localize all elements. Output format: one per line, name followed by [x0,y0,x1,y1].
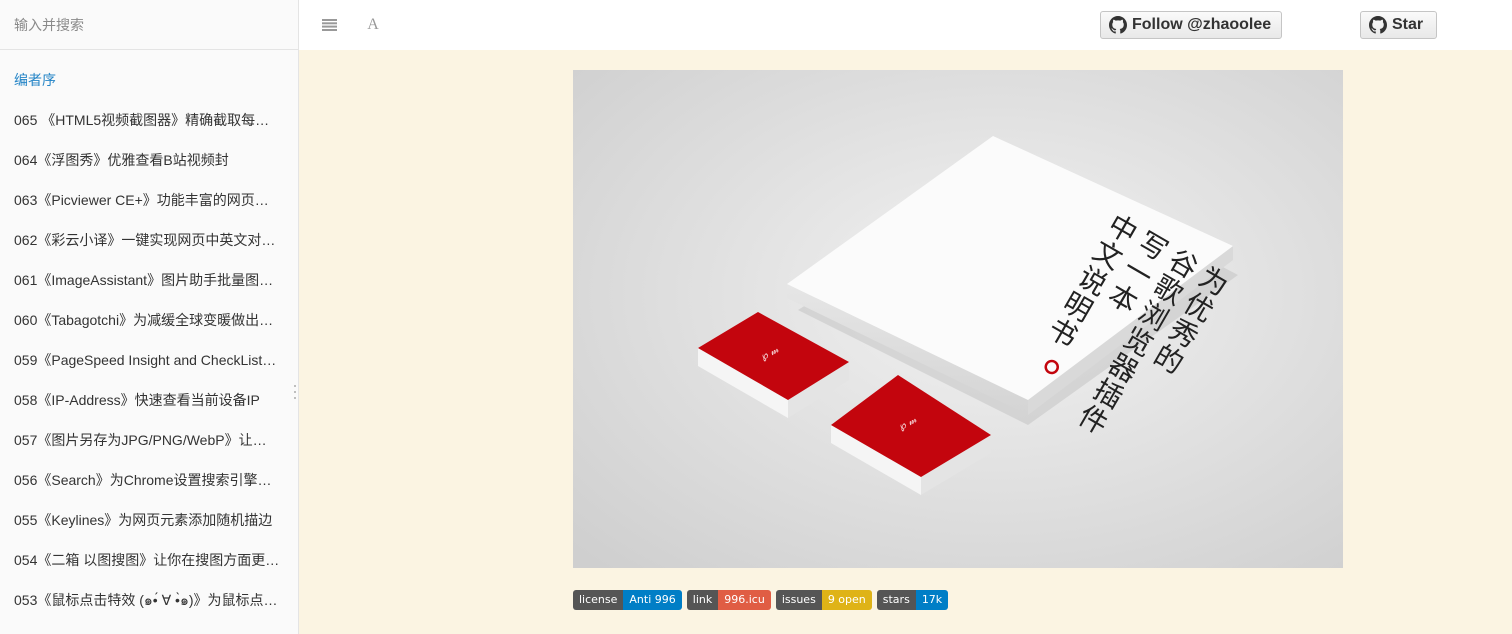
content-area: 为优秀的 谷歌浏览器插件 写一本 中文说明书 ℘ 𝓂 ℘ 𝓂 license A… [299,50,1512,634]
star-label: Star [1392,16,1424,33]
toc-item[interactable]: 058《IP-Address》快速查看当前设备IP [0,380,298,420]
font-icon: A [367,16,379,33]
toc-item[interactable]: 061《ImageAssistant》图片助手批量图片下载 [0,260,298,300]
badge-label: stars [876,590,916,610]
cover-image: 为优秀的 谷歌浏览器插件 写一本 中文说明书 ℘ 𝓂 ℘ 𝓂 [573,70,1343,568]
sidebar: 编者序 065 《HTML5视频截图器》精确截取每一帧画面 064《浮图秀》优雅… [0,0,299,634]
toc-item[interactable]: 060《Tabagotchi》为减缓全球变暖做出贡献 [0,300,298,340]
link-badge[interactable]: link 996.icu [686,590,771,610]
badge-value: Anti 996 [623,590,682,610]
stars-badge[interactable]: stars 17k [876,590,949,610]
toc-item[interactable]: 062《彩云小译》一键实现网页中英文对照翻译 [0,220,298,260]
badge-value: 17k [915,590,949,610]
toc-list: 编者序 065 《HTML5视频截图器》精确截取每一帧画面 064《浮图秀》优雅… [0,50,298,620]
toc-item[interactable]: 057《图片另存为JPG/PNG/WebP》让图片格式转换更方便 [0,420,298,460]
badge-value: 996.icu [718,590,771,610]
badge-label: license [573,590,624,610]
badge-row: license Anti 996 link 996.icu issues 9 o… [573,590,949,610]
search-bar [0,0,298,50]
menu-toggle-button[interactable] [319,15,339,35]
github-star-button[interactable]: Star [1360,11,1437,39]
license-badge[interactable]: license Anti 996 [573,590,682,610]
top-toolbar: A Follow @zhaoolee Star [299,0,1512,50]
github-icon [1109,16,1127,34]
github-follow-button[interactable]: Follow @zhaoolee [1100,11,1282,39]
toc-item[interactable]: 053《鼠标点击特效 (๑•́ ∀ •̀๑)》为鼠标点击添加特效 [0,580,298,620]
toc-item-preface[interactable]: 编者序 [0,60,298,100]
sidebar-resize-handle[interactable] [293,385,297,399]
toc-item[interactable]: 054《二箱 以图搜图》让你在搜图方面更加得心应手 [0,540,298,580]
hamburger-icon [321,19,337,31]
toc-item[interactable]: 064《浮图秀》优雅查看B站视频封 [0,140,298,180]
toc-item[interactable]: 059《PageSpeed Insight and CheckList》网页性能… [0,340,298,380]
toc-item[interactable]: 056《Search》为Chrome设置搜索引擎快捷键 [0,460,298,500]
toc-item[interactable]: 065 《HTML5视频截图器》精确截取每一帧画面 [0,100,298,140]
toc-item[interactable]: 055《Keylines》为网页元素添加随机描边 [0,500,298,540]
badge-value: 9 open [821,590,872,610]
toc-item[interactable]: 063《Picviewer CE+》功能丰富的网页图片浏览工具 [0,180,298,220]
badge-label: issues [775,590,822,610]
issues-badge[interactable]: issues 9 open [775,590,872,610]
badge-label: link [686,590,719,610]
font-settings-button[interactable]: A [363,15,383,35]
search-input[interactable] [0,0,298,49]
github-icon [1369,16,1387,34]
follow-label: Follow @zhaoolee [1132,16,1272,33]
